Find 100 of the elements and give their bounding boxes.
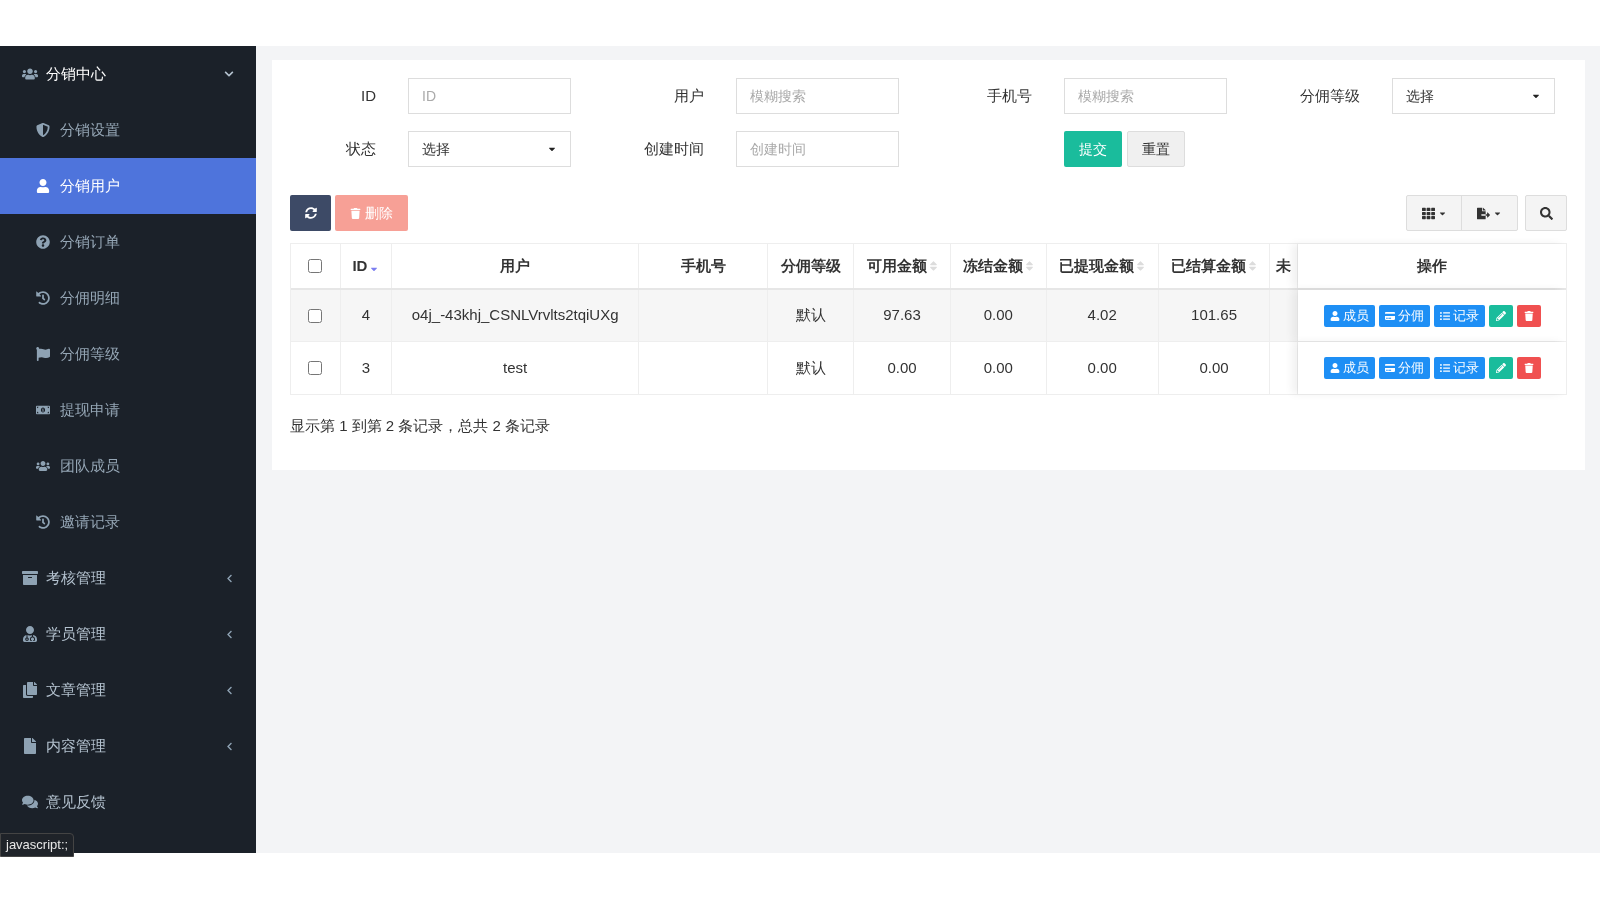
sidebar-subitem[interactable]: 分销订单 — [0, 214, 256, 270]
sidebar-label: 考核管理 — [46, 567, 107, 588]
archive-icon — [22, 570, 38, 586]
list-icon — [1439, 363, 1450, 373]
sidebar-group[interactable]: 内容管理 — [0, 718, 256, 774]
sidebar-label: 团队成员 — [60, 455, 120, 476]
table-cell-text: 4.02 — [1087, 305, 1117, 326]
grid-icon — [1421, 206, 1435, 220]
search-icon — [1539, 206, 1553, 220]
column-header: 分佣等级 — [780, 255, 841, 276]
header-cell[interactable]: 已提现金额 — [1046, 244, 1159, 288]
delete-row-button[interactable] — [1516, 304, 1541, 327]
sidebar-label: 分销中心 — [46, 63, 107, 84]
table-cell-text: 默认 — [795, 357, 826, 378]
select-value: 选择 — [422, 139, 450, 159]
sidebar-item[interactable]: 意见反馈 — [0, 774, 256, 830]
sidebar-subitem[interactable]: 邀请记录 — [0, 494, 256, 550]
users-icon — [22, 66, 38, 82]
sidebar-group[interactable]: 考核管理 — [0, 550, 256, 606]
header-cell[interactable]: ID — [340, 244, 392, 288]
sidebar-group[interactable]: 文章管理 — [0, 662, 256, 718]
reset-button[interactable]: 重置 — [1127, 131, 1185, 167]
user-icon — [1329, 310, 1340, 321]
field-label: 状态 — [345, 138, 377, 159]
column-header: 冻结金额 — [962, 255, 1023, 276]
sidebar-label: 内容管理 — [46, 735, 107, 756]
history-icon — [36, 291, 50, 305]
sidebar-subitem[interactable]: 分销用户 — [0, 158, 256, 214]
refresh-icon — [304, 207, 317, 219]
column-header: ID — [352, 255, 368, 276]
column-header: 已提现金额 — [1059, 255, 1135, 276]
sidebar-label: 学员管理 — [46, 623, 107, 644]
field-label: 手机号 — [986, 85, 1033, 106]
sidebar-subitem[interactable]: 分佣明细 — [0, 270, 256, 326]
table-cell-text: 0.00 — [887, 357, 917, 378]
refresh-button[interactable] — [290, 195, 331, 231]
select-all-checkbox[interactable] — [308, 259, 323, 273]
field-label: ID — [360, 85, 377, 106]
sidebar-label: 意见反馈 — [46, 791, 107, 812]
sidebar-label: 提现申请 — [60, 399, 120, 420]
input-field[interactable]: ID — [408, 78, 571, 114]
table-cell-text: 0.00 — [1087, 357, 1117, 378]
users-icon — [36, 459, 50, 473]
table-cell-text: 101.65 — [1191, 305, 1237, 326]
header-cell[interactable]: 可用金额 — [854, 244, 951, 288]
card-icon — [1384, 310, 1395, 321]
select-value: 选择 — [1406, 86, 1434, 106]
copy-icon — [22, 682, 38, 698]
table-cell-text: 默认 — [795, 305, 826, 326]
column-header: 可用金额 — [866, 255, 927, 276]
input-field[interactable]: 创建时间 — [736, 131, 899, 167]
column-header: 用户 — [500, 255, 531, 276]
column-header: 未 — [1276, 255, 1292, 276]
header-cell[interactable]: 冻结金额 — [950, 244, 1047, 288]
sidebar-label: 分销用户 — [60, 175, 120, 196]
trash-icon — [1523, 310, 1534, 321]
user-icon — [1329, 363, 1340, 373]
row-checkbox[interactable] — [308, 308, 323, 323]
sidebar-group[interactable]: 学员管理 — [0, 606, 256, 662]
input-field[interactable]: 模糊搜索 — [736, 78, 899, 114]
user-icon — [22, 626, 38, 642]
shield-icon — [36, 123, 50, 137]
sidebar-label: 分销订单 — [60, 231, 120, 252]
column-header: 已结算金额 — [1171, 255, 1247, 276]
sidebar-label: 邀请记录 — [60, 511, 120, 532]
question-icon — [36, 235, 50, 249]
column-header: 手机号 — [680, 255, 726, 276]
export-icon — [1477, 206, 1490, 220]
header-cell[interactable]: 已结算金额 — [1158, 244, 1271, 288]
select-field[interactable]: 选择 — [1392, 78, 1555, 114]
sidebar-subitem[interactable]: 分销设置 — [0, 102, 256, 158]
sidebar-label: 分销设置 — [60, 119, 120, 140]
delete-row-button[interactable] — [1516, 357, 1541, 379]
field-label: 分佣等级 — [1299, 85, 1361, 106]
table-cell-text: 0.00 — [983, 357, 1013, 378]
column-header: 操作 — [1417, 255, 1448, 276]
trash-icon — [350, 207, 361, 219]
table-cell-text: 0.00 — [1199, 357, 1229, 378]
pencil-icon — [1495, 310, 1506, 321]
row-checkbox[interactable] — [308, 361, 323, 375]
pagination-info: 显示第 1 到第 2 条记录，总共 2 条记录 — [290, 416, 552, 436]
sidebar-subitem[interactable]: 团队成员 — [0, 438, 256, 494]
sidebar-label: 分佣明细 — [60, 287, 120, 308]
field-label: 用户 — [673, 85, 705, 106]
edit-button[interactable] — [1488, 357, 1513, 379]
sidebar-subitem[interactable]: 分佣等级 — [0, 326, 256, 382]
table-cell-text: 4 — [361, 305, 371, 326]
sidebar-subitem[interactable]: 提现申请 — [0, 382, 256, 438]
file-icon — [22, 738, 38, 754]
edit-button[interactable] — [1488, 304, 1513, 327]
user-icon — [36, 179, 50, 193]
input-field[interactable]: 模糊搜索 — [1064, 78, 1227, 114]
comments-icon — [22, 794, 38, 810]
table-cell-text: test — [503, 357, 528, 378]
history-icon — [36, 515, 50, 529]
select-field[interactable]: 选择 — [408, 131, 571, 167]
sidebar-group[interactable]: 分销中心 — [0, 46, 256, 102]
trash-icon — [1523, 363, 1534, 373]
table-cell-text: 0.00 — [983, 305, 1013, 326]
search-button[interactable] — [1525, 195, 1567, 231]
